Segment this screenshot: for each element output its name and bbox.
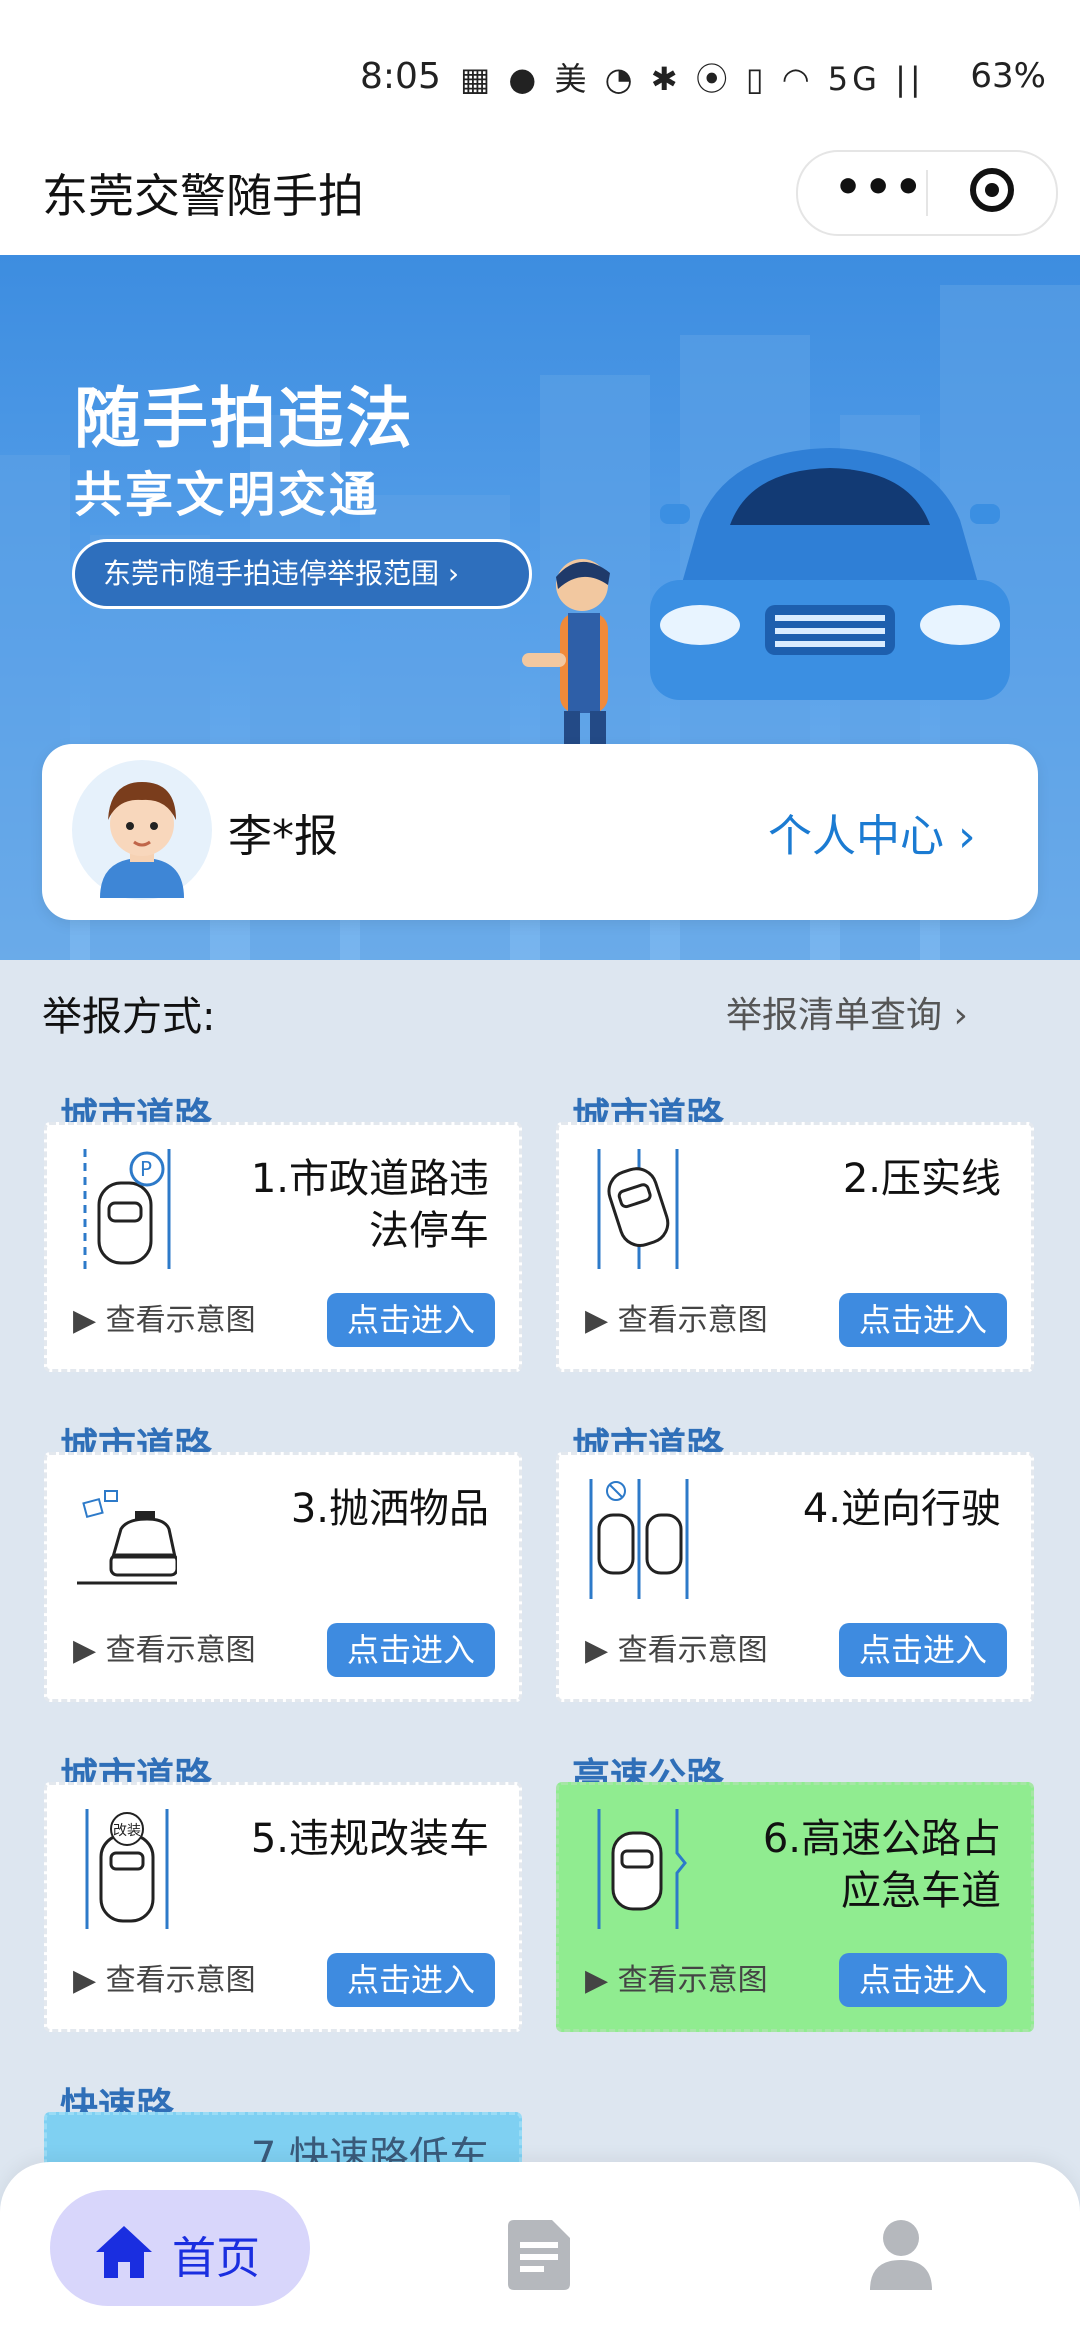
capsule-divider [926,170,928,216]
enter-button[interactable]: 点击进入 [839,1953,1007,2007]
enter-button[interactable]: 点击进入 [839,1623,1007,1677]
enter-button[interactable]: 点击进入 [327,1953,495,2007]
view-diagram-link[interactable]: ▶ 查看示意图 [585,1295,768,1339]
report-card-emergency-lane[interactable]: 6.高速公路占应急车道 ▶ 查看示意图 点击进入 [556,1782,1034,2032]
more-dots-icon[interactable]: ••• [834,166,924,210]
card-title: 5.违规改装车 [250,1816,489,1862]
card-title: 3.抛洒物品 [290,1486,489,1532]
illegal-parking-icon: P [83,1149,171,1269]
report-card-throwing-objects[interactable]: 3.抛洒物品 ▶ 查看示意图 点击进入 [44,1452,522,1702]
report-list-icon[interactable] [508,2220,570,2290]
car-illustration [650,448,1010,700]
wrong-way-icon [589,1479,689,1599]
status-time: 8:05 [360,56,441,97]
report-card-solid-line[interactable]: 2.压实线 ▶ 查看示意图 点击进入 [556,1122,1034,1372]
report-scope-link[interactable]: 东莞市随手拍违停举报范围 › [72,539,532,609]
modified-car-icon: 改装 [85,1809,169,1929]
report-method-label: 举报方式: [42,994,216,1040]
view-diagram-link[interactable]: ▶ 查看示意图 [73,1955,256,1999]
card-title: 4.逆向行驶 [802,1486,1001,1532]
battery-level: 63% [970,56,1046,96]
police-illustration [522,559,610,771]
throwing-objects-icon [77,1490,177,1585]
emergency-lane-icon [597,1809,687,1929]
card-title: 2.压实线 [842,1156,1001,1202]
card-title: 1.市政道路违法停车 [250,1156,489,1254]
view-diagram-link[interactable]: ▶ 查看示意图 [585,1625,768,1669]
mini-program-capsule: ••• [796,150,1058,236]
report-card-illegal-modification[interactable]: 改装 5.违规改装车 ▶ 查看示意图 点击进入 [44,1782,522,2032]
user-avatar [72,760,212,900]
card-title: 6.高速公路占应急车道 [762,1816,1001,1914]
solid-line-icon [597,1149,679,1269]
report-card-illegal-parking[interactable]: P 1.市政道路违法停车 ▶ 查看示意图 点击进入 [44,1122,522,1372]
hero-title: 随手拍违法 [74,380,414,457]
status-icons: ▦ ● 美 ◔ ✱ ⦿ ▯ ◠ 5G || [460,60,925,98]
enter-button[interactable]: 点击进入 [839,1293,1007,1347]
user-name: 李*报 [228,811,338,862]
report-card-wrong-way[interactable]: 4.逆向行驶 ▶ 查看示意图 点击进入 [556,1452,1034,1702]
report-list-query-link[interactable]: 举报清单查询 › [726,986,968,1038]
enter-button[interactable]: 点击进入 [327,1293,495,1347]
enter-button[interactable]: 点击进入 [327,1623,495,1677]
view-diagram-link[interactable]: ▶ 查看示意图 [73,1295,256,1339]
svg-text:改装: 改装 [113,1823,141,1839]
personal-center-link[interactable]: 个人中心 › [768,800,976,864]
view-diagram-link[interactable]: ▶ 查看示意图 [585,1955,768,1999]
home-icon [96,2226,152,2278]
nav-home-label: 首页 [172,2233,260,2284]
app-title: 东莞交警随手拍 [42,169,364,223]
target-close-icon[interactable] [970,168,1014,212]
hero-subtitle: 共享文明交通 [74,467,381,523]
user-profile-icon[interactable] [868,2218,934,2290]
view-diagram-link[interactable]: ▶ 查看示意图 [73,1625,256,1669]
svg-text:P: P [140,1157,152,1181]
